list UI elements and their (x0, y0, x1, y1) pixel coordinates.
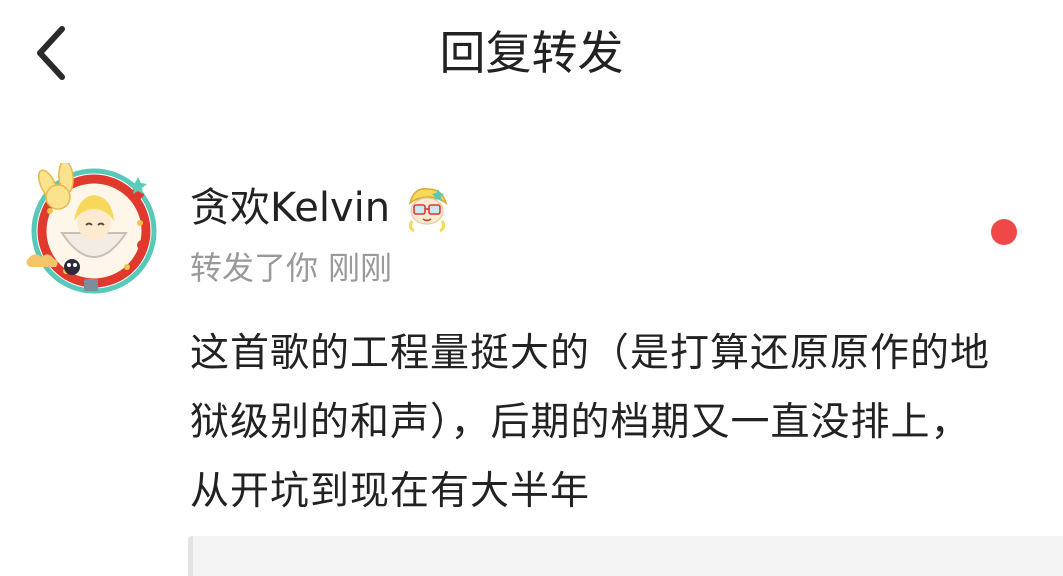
action-text: 转发了你 (190, 249, 319, 287)
avatar[interactable] (22, 160, 158, 299)
quoted-post-card[interactable] (188, 536, 1063, 576)
reply-content[interactable]: 这首歌的工程量挺大的（是打算还原原作的地狱级别的和声），后期的档期又一直没排上，… (190, 319, 1000, 526)
user-info-row: 贪欢Kelvin (190, 180, 452, 236)
unread-indicator (991, 219, 1017, 245)
cartoon-badge-icon (408, 188, 448, 233)
username[interactable]: 贪欢Kelvin (190, 180, 390, 236)
notification-meta: 转发了你 刚刚 (190, 245, 392, 291)
timestamp: 刚刚 (328, 249, 393, 287)
page-title: 回复转发 (439, 26, 624, 80)
top-bar: 回复转发 (0, 0, 1063, 110)
